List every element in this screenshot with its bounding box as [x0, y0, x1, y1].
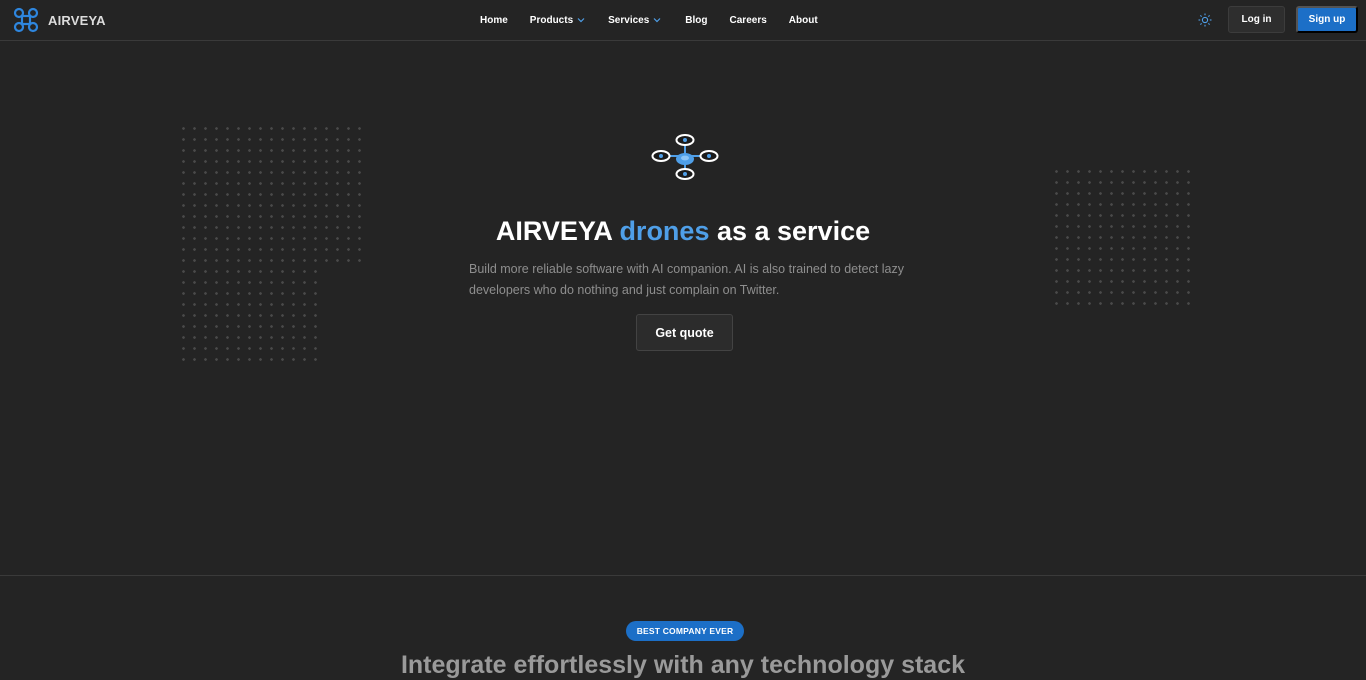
nav-products-label: Products	[529, 14, 574, 26]
navbar: AIRVEYA Home Products Services Blog Care…	[0, 0, 1366, 41]
section-badge: BEST COMPANY EVER	[626, 621, 744, 641]
nav-about[interactable]: About	[789, 15, 818, 26]
nav-careers-label: Careers	[729, 14, 767, 26]
hero-title-accent: drones	[619, 216, 710, 246]
main-nav: Home Products Services Blog Careers Abou…	[480, 0, 818, 40]
brand-logo-link[interactable]: AIRVEYA	[13, 7, 106, 33]
nav-blog-label: Blog	[685, 14, 708, 26]
nav-products[interactable]: Products	[530, 15, 585, 26]
hero-title: AIRVEYA drones as a service	[0, 216, 1366, 247]
nav-services[interactable]: Services	[608, 15, 661, 26]
drone-icon	[651, 134, 719, 180]
signup-button[interactable]: Sign up	[1296, 6, 1358, 33]
sun-icon	[1198, 13, 1212, 27]
get-quote-button[interactable]: Get quote	[636, 314, 733, 351]
section-divider	[0, 575, 1366, 576]
hero-title-suffix: as a service	[709, 216, 871, 246]
nav-blog[interactable]: Blog	[685, 15, 707, 26]
chevron-down-icon	[653, 18, 661, 23]
hero-title-prefix: AIRVEYA	[495, 216, 620, 246]
nav-about-label: About	[788, 14, 818, 26]
section-title: Integrate effortlessly with any technolo…	[400, 651, 966, 679]
brand-name: AIRVEYA	[48, 12, 106, 28]
login-button[interactable]: Log in	[1228, 6, 1285, 33]
nav-home-label: Home	[480, 14, 508, 26]
chevron-down-icon	[577, 18, 585, 23]
nav-services-label: Services	[608, 14, 650, 26]
nav-careers[interactable]: Careers	[730, 15, 767, 26]
theme-toggle-button[interactable]	[1196, 11, 1214, 29]
hero-subtitle: Build more reliable software with AI com…	[469, 262, 904, 297]
nav-home[interactable]: Home	[480, 15, 508, 26]
logo-icon	[13, 7, 39, 33]
dot-pattern-left-bottom	[178, 266, 318, 364]
